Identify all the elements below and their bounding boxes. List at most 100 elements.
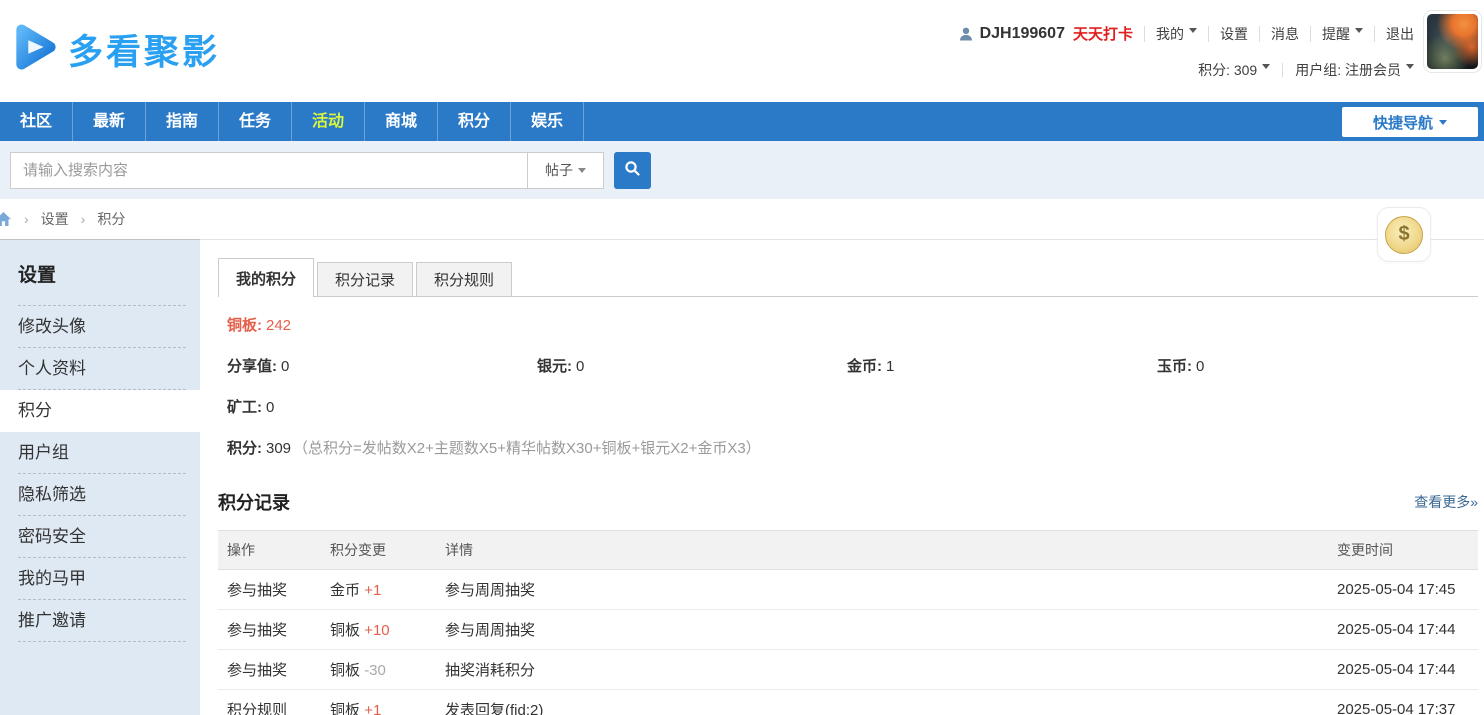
search-input[interactable] [10,152,528,189]
table-row: 积分规则 铜板 +1 发表回复(fid:2) 2025-05-04 17:37 [218,690,1478,715]
copper-value: 242 [266,317,291,334]
nav-item[interactable]: 任务 [219,102,292,141]
settings-sidebar: 设置 修改头像 个人资料 积分 用户组 隐私筛选 密码安全 我的马甲 [0,240,200,715]
cell-action: 参与抽奖 [218,579,330,600]
stat-item: 分享值:0 [227,355,537,376]
nav-item[interactable]: 娱乐 [511,102,584,141]
site-logo[interactable]: 多看聚影 [12,22,220,77]
top-header: 多看聚影 DJH199607 天天打卡 我的 设置 [0,0,1484,102]
stat-value: 0 [576,358,584,375]
miner-balance: 矿工:0 [218,396,1478,417]
stat-item: 玉币:0 [1157,355,1467,376]
cell-change: 铜板 +1 [330,699,445,715]
tab[interactable]: 我的积分 [218,258,314,297]
cell-currency: 铜板 [330,662,360,679]
table-row: 参与抽奖 铜板 +10 参与周周抽奖 2025-05-04 17:44 [218,610,1478,650]
total-value: 309 [266,440,291,457]
user-menu: 我的 设置 消息 提醒 退出 [1133,26,1414,42]
checkin-link[interactable]: 天天打卡 [1073,23,1133,44]
col-header-detail: 详情 [445,540,1337,560]
table-body: 参与抽奖 金币 +1 参与周周抽奖 2025-05-04 17:45 参与抽奖 … [218,570,1478,715]
points-dropdown[interactable]: 积分: 309 [1198,60,1270,80]
gold-coin-icon: $ [1385,216,1423,254]
cell-change: 金币 +1 [330,579,445,600]
home-icon[interactable] [0,211,12,227]
sidebar-top-edge [0,239,200,240]
nav-item[interactable]: 积分 [438,102,511,141]
cell-action: 积分规则 [218,699,330,715]
sidebar-item[interactable]: 推广邀请 [18,600,186,642]
stat-value: 0 [281,358,289,375]
cell-time: 2025-05-04 17:44 [1337,621,1478,638]
user-menu-item[interactable]: 我的 [1144,26,1197,42]
nav-item[interactable]: 最新 [73,102,146,141]
cell-change: 铜板 +10 [330,619,445,640]
user-menu-item[interactable]: 消息 [1259,26,1299,42]
user-menu-item[interactable]: 设置 [1208,26,1248,42]
nav-item[interactable]: 活动 [292,102,365,141]
sidebar-item[interactable]: 积分 [0,390,200,432]
records-table: 操作 积分变更 详情 变更时间 参与抽奖 金币 +1 参与周周抽奖 2025-0… [218,530,1478,715]
cell-action: 参与抽奖 [218,659,330,680]
site-title: 多看聚影 [68,24,220,75]
cell-time: 2025-05-04 17:45 [1337,581,1478,598]
copper-label: 铜板: [227,317,262,334]
miner-value: 0 [266,399,274,416]
cell-currency: 铜板 [330,702,360,715]
sidebar-item[interactable]: 密码安全 [18,516,186,558]
col-header-action: 操作 [218,540,330,560]
cell-time: 2025-05-04 17:37 [1337,701,1478,715]
quick-nav-button[interactable]: 快捷导航 [1342,107,1478,137]
breadcrumb-items: 设置 积分 [12,209,125,229]
user-row-1: DJH199607 天天打卡 我的 设置 消息 提醒 退出 [958,23,1414,44]
stat-item: 银元:0 [537,355,847,376]
breadcrumb-item[interactable]: 设置 [12,209,69,229]
stat-value: 0 [1196,358,1204,375]
view-more-link[interactable]: 查看更多» [1414,492,1478,512]
sidebar-item[interactable]: 修改头像 [18,306,186,348]
sidebar-item[interactable]: 隐私筛选 [18,474,186,516]
user-menu-item[interactable]: 退出 [1374,26,1414,42]
breadcrumb-item[interactable]: 积分 [69,209,126,229]
sidebar-items: 修改头像 个人资料 积分 用户组 隐私筛选 密码安全 我的马甲 推广邀请 [18,306,200,642]
tab[interactable]: 积分规则 [416,262,512,296]
user-menu-item[interactable]: 提醒 [1310,26,1363,42]
cell-currency: 金币 [330,582,360,599]
cell-change-amount: -30 [364,662,386,679]
nav-item[interactable]: 指南 [146,102,219,141]
table-row: 参与抽奖 铜板 -30 抽奖消耗积分 2025-05-04 17:44 [218,650,1478,690]
search-type-select[interactable]: 帖子 [528,152,604,189]
user-row-2: 积分: 309 用户组: 注册会员 [1198,60,1414,80]
user-panel: DJH199607 天天打卡 我的 设置 消息 提醒 退出 [958,0,1414,80]
nav-items: 社区 最新 指南 任务 活动 商城 积分 娱乐 [0,102,584,141]
credits-shortcut[interactable]: $ [1377,207,1431,262]
cell-detail: 参与周周抽奖 [445,579,1337,600]
stat-value: 1 [886,358,894,375]
cell-time: 2025-05-04 17:44 [1337,661,1478,678]
breadcrumb: 设置 积分 [0,199,1484,240]
records-header: 积分记录 查看更多» [218,489,1478,515]
usergroup-dropdown[interactable]: 用户组: 注册会员 [1295,60,1414,80]
stat-label: 银元: [537,358,572,375]
points-panel: 我的积分 积分记录 积分规则 铜板:242 分享值:0 银元:0 [200,240,1484,715]
sidebar-item[interactable]: 我的马甲 [18,558,186,600]
avatar[interactable] [1424,11,1481,72]
points-tabs: 我的积分 积分记录 积分规则 [218,258,1478,297]
nav-item[interactable]: 社区 [0,102,73,141]
sidebar-item[interactable]: 个人资料 [18,348,186,390]
username[interactable]: DJH199607 [980,25,1065,43]
content-body: 设置 修改头像 个人资料 积分 用户组 隐私筛选 密码安全 我的马甲 [0,240,1484,715]
cell-currency: 铜板 [330,622,360,639]
cell-detail: 发表回复(fid:2) [445,699,1337,715]
nav-item[interactable]: 商城 [365,102,438,141]
search-bar: 帖子 [0,141,1484,199]
total-points: 积分:309（总积分=发帖数X2+主题数X5+精华帖数X30+铜板+银元X2+金… [218,437,1478,458]
tab[interactable]: 积分记录 [317,262,413,296]
search-button[interactable] [614,152,651,189]
copper-balance: 铜板:242 [218,314,1478,335]
sidebar-item[interactable]: 用户组 [18,432,186,474]
points-formula: （总积分=发帖数X2+主题数X5+精华帖数X30+铜板+银元X2+金币X3） [293,440,761,457]
page: 多看聚影 DJH199607 天天打卡 我的 设置 [0,0,1484,715]
user-icon [958,26,974,42]
sidebar-title: 设置 [18,240,186,306]
